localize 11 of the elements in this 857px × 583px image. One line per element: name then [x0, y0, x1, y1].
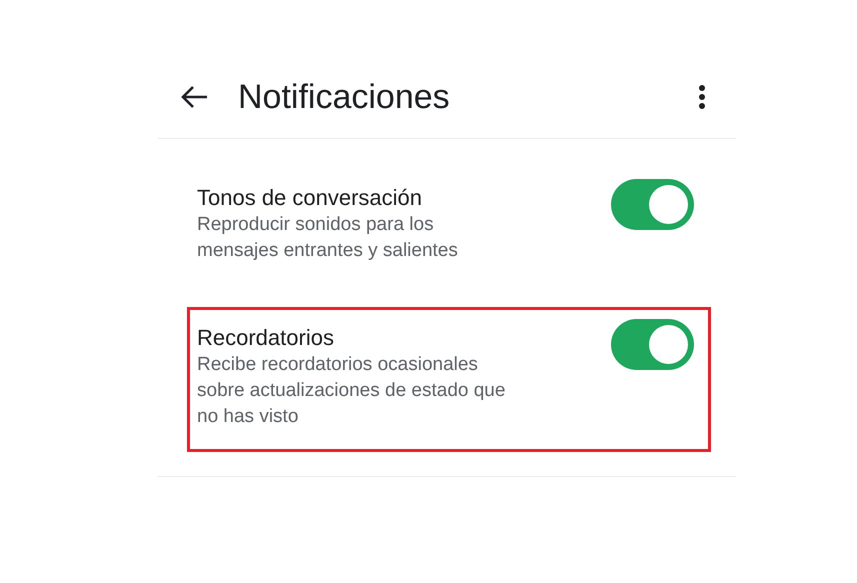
setting-title: Recordatorios	[197, 324, 335, 352]
toggle-switch[interactable]	[611, 319, 694, 370]
setting-description: Recibe recordatorios ocasionales sobre actualizaciones de estado que no has visto	[197, 353, 506, 429]
screen-title: Notificaciones	[238, 78, 451, 116]
back-button[interactable]	[180, 85, 208, 109]
back-arrow-icon	[180, 85, 208, 109]
more-options-button[interactable]	[698, 84, 706, 110]
setting-description: Reproducir sonidos para los mensajes entrantes y salientes	[197, 213, 458, 263]
setting-title: Tonos de conversación	[197, 184, 424, 212]
more-options-icon	[698, 84, 706, 110]
toggle-switch[interactable]	[611, 179, 694, 230]
